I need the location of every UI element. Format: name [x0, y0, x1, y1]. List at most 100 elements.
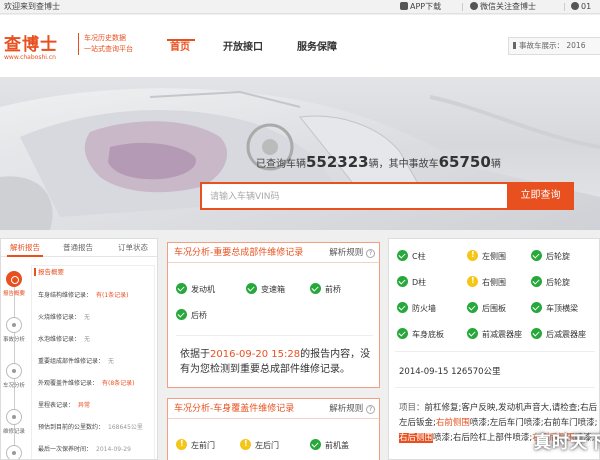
parse-rules-link[interactable]: 解析规则 ? [329, 243, 375, 263]
tab-order-status[interactable]: 订单状态 [118, 239, 148, 257]
query-now-button[interactable]: 立即查询 [507, 182, 574, 210]
warn-item: 左后门 [240, 438, 279, 452]
body-panel-card: 车况分析-车身覆盖件维修记录 解析规则 ? 左前门 左后门 前机盖 [167, 398, 380, 460]
check-item: 发动机 [176, 283, 215, 296]
summary-row: 外观覆盖件维修记录： 有(8条记录) [38, 380, 135, 387]
check-icon [531, 276, 542, 287]
check-item: 车顶横梁 [531, 302, 578, 315]
report-tabs: 解析报告 普通报告 订单状态 [1, 239, 157, 257]
check-icon [397, 276, 408, 287]
timeline-label: 事故分析 [3, 337, 26, 343]
tab-active-indicator [7, 255, 43, 257]
nav-service-guarantee[interactable]: 服务保障 [297, 38, 337, 53]
phone-link[interactable]: 01 [571, 0, 591, 14]
timeline-node[interactable] [6, 271, 22, 287]
query-stats: 已查询车辆552323辆，其中事故车65750辆 [256, 153, 501, 171]
check-item: 后桥 [176, 309, 207, 322]
check-icon [310, 439, 321, 450]
warning-icon [240, 438, 251, 450]
timeline-node[interactable] [6, 409, 22, 425]
check-icon [397, 302, 408, 313]
report-summary-card: 报告概要 车身结构维修记录： 有(1条记录) 火烧维修记录：无 水泡维修记录：无 … [31, 265, 155, 459]
check-icon [397, 250, 408, 261]
check-item: 前桥 [310, 283, 341, 296]
check-item: 后轮旋 [531, 250, 570, 263]
nav-open-api[interactable]: 开放接口 [223, 38, 263, 53]
divider [395, 351, 595, 352]
site-header: 查博士 www.chaboshi.cn 车况历史数据 一站式查询平台 首页 开放… [0, 15, 600, 77]
card-note: 依据于2016-09-20 15:28的报告内容，没有为您检测到重要总成部件维修… [180, 349, 371, 375]
phone-icon [400, 2, 408, 10]
summary-row: 火烧维修记录：无 [38, 314, 91, 321]
summary-title: 报告概要 [34, 268, 64, 276]
check-icon [531, 328, 542, 339]
warn-item: 左前门 [176, 438, 215, 452]
card-header: 车况分析-车身覆盖件维修记录 解析规则 ? [168, 399, 379, 419]
timeline-label: 车况分析 [3, 383, 26, 389]
vin-search-input[interactable] [202, 185, 507, 209]
inspection-detail-panel: C柱 左侧围 后轮旋 D柱 右侧围 后轮旋 防火墙 后围板 车顶横梁 车身底板 … [388, 238, 600, 460]
divider [395, 387, 595, 388]
check-item: 防火墙 [397, 302, 436, 315]
wechat-icon [470, 2, 478, 10]
timeline-label: 报告概要 [3, 291, 26, 297]
top-bar: 欢迎来到查博士 APP下载 微信关注查博士 01 [0, 0, 600, 14]
check-item: 后减震器座 [531, 328, 586, 341]
help-icon: ? [366, 249, 375, 258]
summary-row: 车身结构维修记录： 有(1条记录) [38, 292, 129, 299]
check-item: D柱 [397, 276, 426, 289]
card-header: 车况分析-重要总成部件维修记录 解析规则 ? [168, 243, 379, 263]
timeline-node[interactable] [6, 445, 22, 459]
help-icon: ? [366, 405, 375, 414]
check-icon [246, 283, 257, 294]
total-queries: 552323 [306, 153, 369, 171]
slogan: 车况历史数据 一站式查询平台 [78, 33, 133, 55]
check-item: 后轮旋 [531, 276, 570, 289]
check-item: 前减震器座 [467, 328, 522, 341]
summary-row: 里程表记录： 异常 [38, 402, 91, 409]
major-parts-card: 车况分析-重要总成部件维修记录 解析规则 ? 发动机 变速箱 前桥 后桥 依据于… [167, 242, 380, 388]
wechat-follow-link[interactable]: 微信关注查博士 [470, 0, 536, 14]
welcome-text: 欢迎来到查博士 [4, 2, 60, 11]
timeline-node[interactable] [6, 363, 22, 379]
accident-car-ticker[interactable]: 事故车展示： 2016 [508, 37, 600, 55]
timeline-label: 维修记录 [3, 429, 26, 435]
divider [462, 3, 463, 11]
check-item: 前机盖 [310, 439, 349, 452]
check-icon [531, 250, 542, 261]
logo-url: www.chaboshi.cn [4, 54, 56, 61]
summary-row: 最后一次保养时间： 2014-09-29 [38, 446, 131, 453]
check-icon [467, 328, 478, 339]
divider [564, 3, 565, 11]
divider [176, 335, 373, 336]
check-item: 后围板 [467, 302, 506, 315]
summary-row: 重要组成部件维修记录：无 [38, 358, 115, 365]
logo[interactable]: 查博士 www.chaboshi.cn [4, 30, 70, 61]
warn-item: 右侧围 [467, 275, 506, 289]
logo-mark: 查博士 [4, 35, 58, 55]
tab-normal-report[interactable]: 普通报告 [63, 239, 93, 257]
check-icon [176, 309, 187, 320]
accident-count: 65750 [438, 153, 491, 171]
report-timeline: 报告概要 事故分析 车况分析 维修记录 [3, 267, 27, 459]
ticker-icon [513, 42, 516, 49]
app-download-link[interactable]: APP下载 [400, 0, 441, 14]
timeline-node[interactable] [6, 317, 22, 333]
report-preview-panel: 解析报告 普通报告 订单状态 报告概要 事故分析 车况分析 维修记录 报告概要 … [0, 238, 158, 460]
warning-icon [176, 438, 187, 450]
warning-icon [467, 275, 478, 287]
record-date-mileage: 2014-09-15 126570公里 [399, 367, 501, 377]
check-icon [397, 328, 408, 339]
check-item: 变速箱 [246, 283, 285, 296]
check-icon [176, 283, 187, 294]
summary-row: 水泡维修记录：无 [38, 336, 91, 343]
check-icon [531, 302, 542, 313]
check-icon [310, 283, 321, 294]
parse-rules-link[interactable]: 解析规则 ? [329, 399, 375, 419]
watermark: 真时天下 [534, 433, 600, 453]
summary-row: 预估到目前的公里数约： 168645公里 [38, 424, 143, 431]
check-item: C柱 [397, 250, 426, 263]
warn-item: 左侧围 [467, 249, 506, 263]
nav-active-indicator [167, 39, 195, 41]
warning-icon [467, 249, 478, 261]
